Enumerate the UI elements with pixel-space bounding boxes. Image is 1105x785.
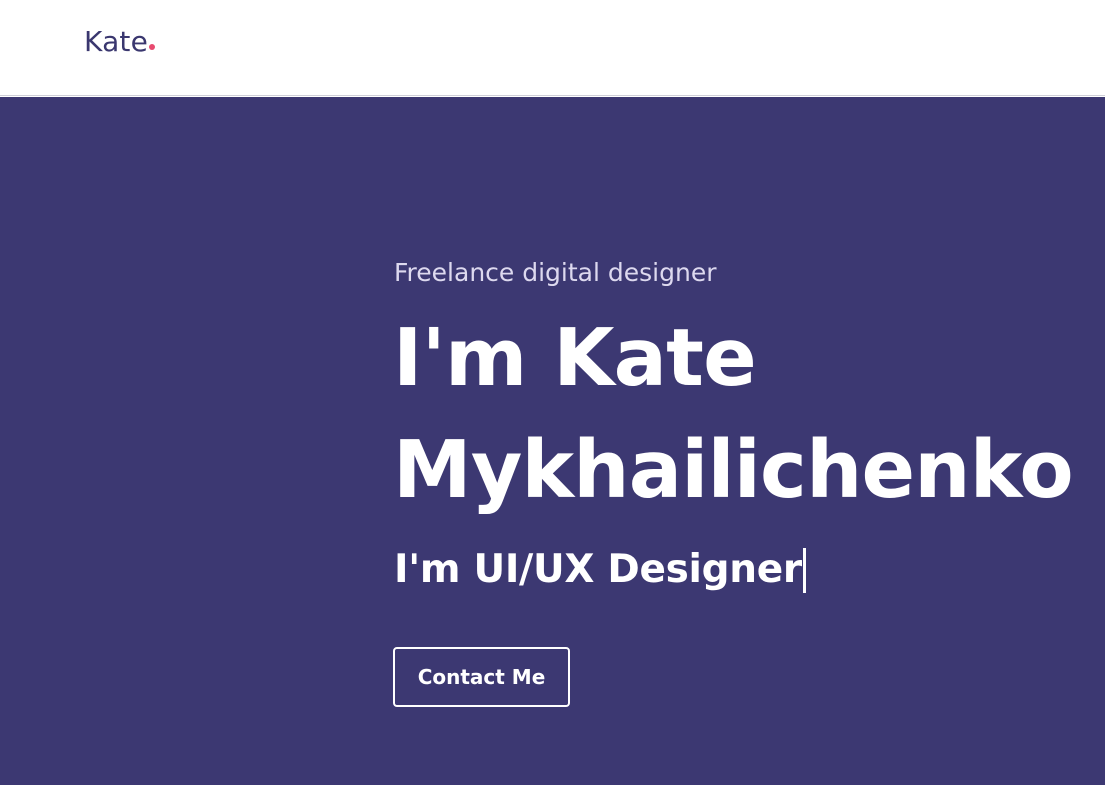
brand-name: Kate [84, 25, 149, 58]
typed-role-text: I'm UI/UX Designer [394, 547, 802, 592]
contact-button[interactable]: Contact Me [393, 647, 570, 707]
site-header: Kate [0, 0, 1105, 96]
hero-role: I'm UI/UX Designer [394, 544, 806, 596]
typing-cursor-icon [802, 547, 806, 593]
hero-eyebrow: Freelance digital designer [394, 258, 717, 287]
portfolio-page: Kate Freelance digital designer I'm Kate… [0, 0, 1105, 785]
hero-title: I'm Kate Mykhailichenko [393, 302, 1074, 526]
brand-dot-icon [149, 44, 156, 50]
brand-logo[interactable]: Kate [84, 25, 156, 59]
hero-title-line-1: I'm Kate [393, 312, 757, 404]
hero-title-line-2: Mykhailichenko [393, 424, 1074, 516]
hero-section: Freelance digital designer I'm Kate Mykh… [0, 97, 1105, 785]
